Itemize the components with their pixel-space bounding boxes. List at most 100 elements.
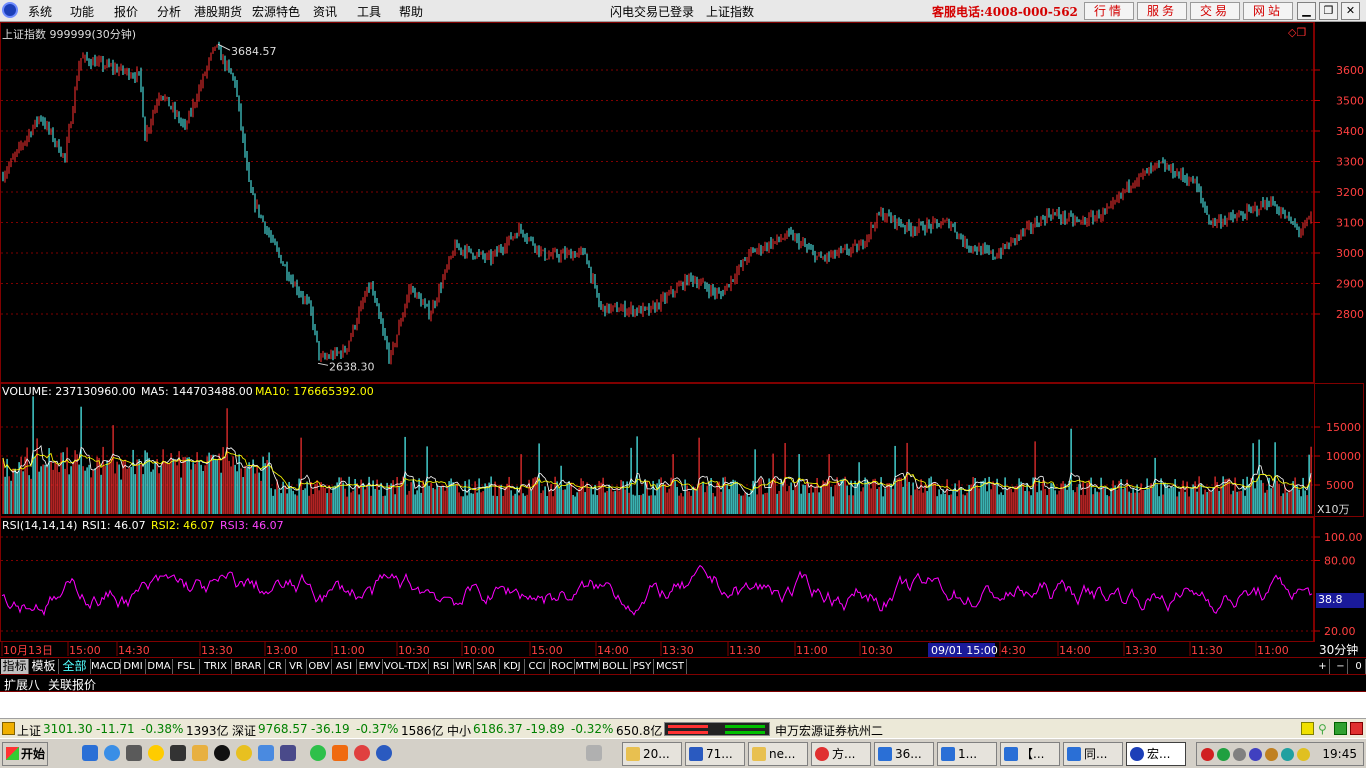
menu-help[interactable]: 帮助 <box>399 3 423 20</box>
indicator-tab-dma[interactable]: DMA <box>146 659 173 674</box>
task-folder-20[interactable]: 20... <box>622 742 682 766</box>
computer-icon[interactable] <box>280 745 296 761</box>
chrome-icon[interactable] <box>354 745 370 761</box>
tray-volume-icon[interactable] <box>1233 748 1246 761</box>
menu-function[interactable]: 功能 <box>70 3 94 20</box>
menu-analysis[interactable]: 分析 <box>157 3 181 20</box>
indicator-tab-trix[interactable]: TRIX <box>200 659 232 674</box>
menu-hk-futures[interactable]: 港股期货 <box>194 3 242 20</box>
tray-flag-icon[interactable] <box>1201 748 1214 761</box>
period-label[interactable]: 30分钟 <box>1319 641 1358 658</box>
indicator-tab-psy[interactable]: PSY <box>631 659 654 674</box>
tab-extension-eight[interactable]: 扩展八 <box>4 676 40 693</box>
kline-chart[interactable]: 3600 3500 3400 3300 3200 3100 3000 2900 2800 3684… <box>0 22 1366 658</box>
ie2-icon[interactable] <box>376 745 392 761</box>
menu-system[interactable]: 系统 <box>28 3 52 20</box>
notice-icon[interactable] <box>1301 722 1314 735</box>
indicator-tab-rsi[interactable]: RSI <box>429 659 454 674</box>
indicator-tab-指标[interactable]: 指标 <box>1 659 29 674</box>
indicator-tab-mtm[interactable]: MTM <box>575 659 600 674</box>
keyboard-icon[interactable] <box>586 745 602 761</box>
task-tong[interactable]: 同... <box>1063 742 1123 766</box>
candle-body <box>444 270 446 279</box>
indicator-tab-boll[interactable]: BOLL <box>600 659 631 674</box>
candle-body <box>210 53 212 60</box>
zoom-in-button[interactable]: + <box>1316 659 1330 674</box>
indicator-tab-mcst[interactable]: MCST <box>654 659 687 674</box>
start-button[interactable]: 开始 <box>2 742 48 766</box>
indicator-tab-asi[interactable]: ASI <box>332 659 357 674</box>
indicator-tab-obv[interactable]: OBV <box>307 659 332 674</box>
app-orange-icon[interactable] <box>332 745 348 761</box>
task-360[interactable]: 36... <box>874 742 934 766</box>
alert-icon[interactable] <box>2 722 15 735</box>
task-71[interactable]: 71... <box>685 742 745 766</box>
volume-bar <box>796 482 798 514</box>
quit-icon[interactable] <box>1350 722 1363 735</box>
smiley-icon[interactable] <box>148 745 164 761</box>
candle-body <box>860 241 862 246</box>
tray-app-icon[interactable] <box>1249 748 1262 761</box>
indicator-tab-wr[interactable]: WR <box>454 659 474 674</box>
indicator-tab-sar[interactable]: SAR <box>474 659 500 674</box>
indicator-tab-brar[interactable]: BRAR <box>232 659 265 674</box>
task-ie-bracket[interactable]: 【... <box>1000 742 1060 766</box>
service-button[interactable]: 服务 <box>1137 2 1187 20</box>
media-icon[interactable] <box>126 745 142 761</box>
indicator-tab-全部[interactable]: 全部 <box>59 659 91 674</box>
app-green-icon[interactable] <box>310 745 326 761</box>
chart-area[interactable]: 3600 3500 3400 3300 3200 3100 3000 2900 2800 3684… <box>0 22 1366 658</box>
volume-bar <box>350 492 352 514</box>
quote-button[interactable]: 行情 <box>1084 2 1134 20</box>
trade-button[interactable]: 交易 <box>1190 2 1240 20</box>
indicator-tab-macd[interactable]: MACD <box>91 659 121 674</box>
indicator-tab-模板[interactable]: 模板 <box>29 659 59 674</box>
notes-icon[interactable] <box>192 745 208 761</box>
volume-bar <box>108 459 110 514</box>
candle-body <box>804 242 806 247</box>
volume-bar <box>1238 491 1240 514</box>
indicator-tab-fsl[interactable]: FSL <box>173 659 200 674</box>
browser-icon[interactable] <box>104 745 120 761</box>
volume-bar <box>952 489 954 514</box>
task-ie-1[interactable]: 1... <box>937 742 997 766</box>
minimize-icon[interactable]: ▁ <box>1297 2 1316 20</box>
tray-sync-icon[interactable] <box>1281 748 1294 761</box>
tray-network-icon[interactable] <box>1217 748 1230 761</box>
indicator-tab-emv[interactable]: EMV <box>357 659 383 674</box>
indicator-tab-roc[interactable]: ROC <box>550 659 575 674</box>
website-button[interactable]: 网站 <box>1243 2 1293 20</box>
task-hongyuan-active[interactable]: 宏... <box>1126 742 1186 766</box>
indicator-tab-vol-tdx[interactable]: VOL-TDX <box>383 659 429 674</box>
tray-update-icon[interactable] <box>1297 748 1310 761</box>
tray-security-icon[interactable] <box>1265 748 1278 761</box>
indicator-tab-dmi[interactable]: DMI <box>121 659 146 674</box>
task-folder-ne[interactable]: ne... <box>748 742 808 766</box>
indicator-tab-cci[interactable]: CCI <box>525 659 550 674</box>
candle-body <box>566 252 568 256</box>
app-logo-icon[interactable] <box>2 2 18 18</box>
close-icon[interactable]: ✕ <box>1341 2 1360 20</box>
menu-quote[interactable]: 报价 <box>114 3 138 20</box>
tab-related-quotes[interactable]: 关联报价 <box>48 676 96 693</box>
menu-hongyuan[interactable]: 宏源特色 <box>252 3 300 20</box>
network-icon[interactable] <box>258 745 274 761</box>
refresh-icon[interactable] <box>236 745 252 761</box>
volume-bar <box>240 468 242 514</box>
menu-tools[interactable]: 工具 <box>357 3 381 20</box>
connection-icon[interactable] <box>1334 722 1347 735</box>
qq-icon[interactable] <box>214 745 230 761</box>
indicator-tab-vr[interactable]: VR <box>286 659 307 674</box>
task-fang[interactable]: 方... <box>811 742 871 766</box>
indicator-tab-cr[interactable]: CR <box>265 659 286 674</box>
zoom-out-button[interactable]: − <box>1334 659 1348 674</box>
menu-news[interactable]: 资讯 <box>313 3 337 20</box>
indicator-tab-kdj[interactable]: KDJ <box>500 659 525 674</box>
ie-icon[interactable] <box>82 745 98 761</box>
volume-bar <box>304 488 306 514</box>
reset-button[interactable]: 0 <box>1352 659 1366 674</box>
terminal-icon[interactable] <box>170 745 186 761</box>
restore-icon[interactable]: ❐ <box>1319 2 1338 20</box>
candle-body <box>662 296 664 298</box>
chart-options-icon[interactable]: ◇❐ <box>1288 26 1306 39</box>
